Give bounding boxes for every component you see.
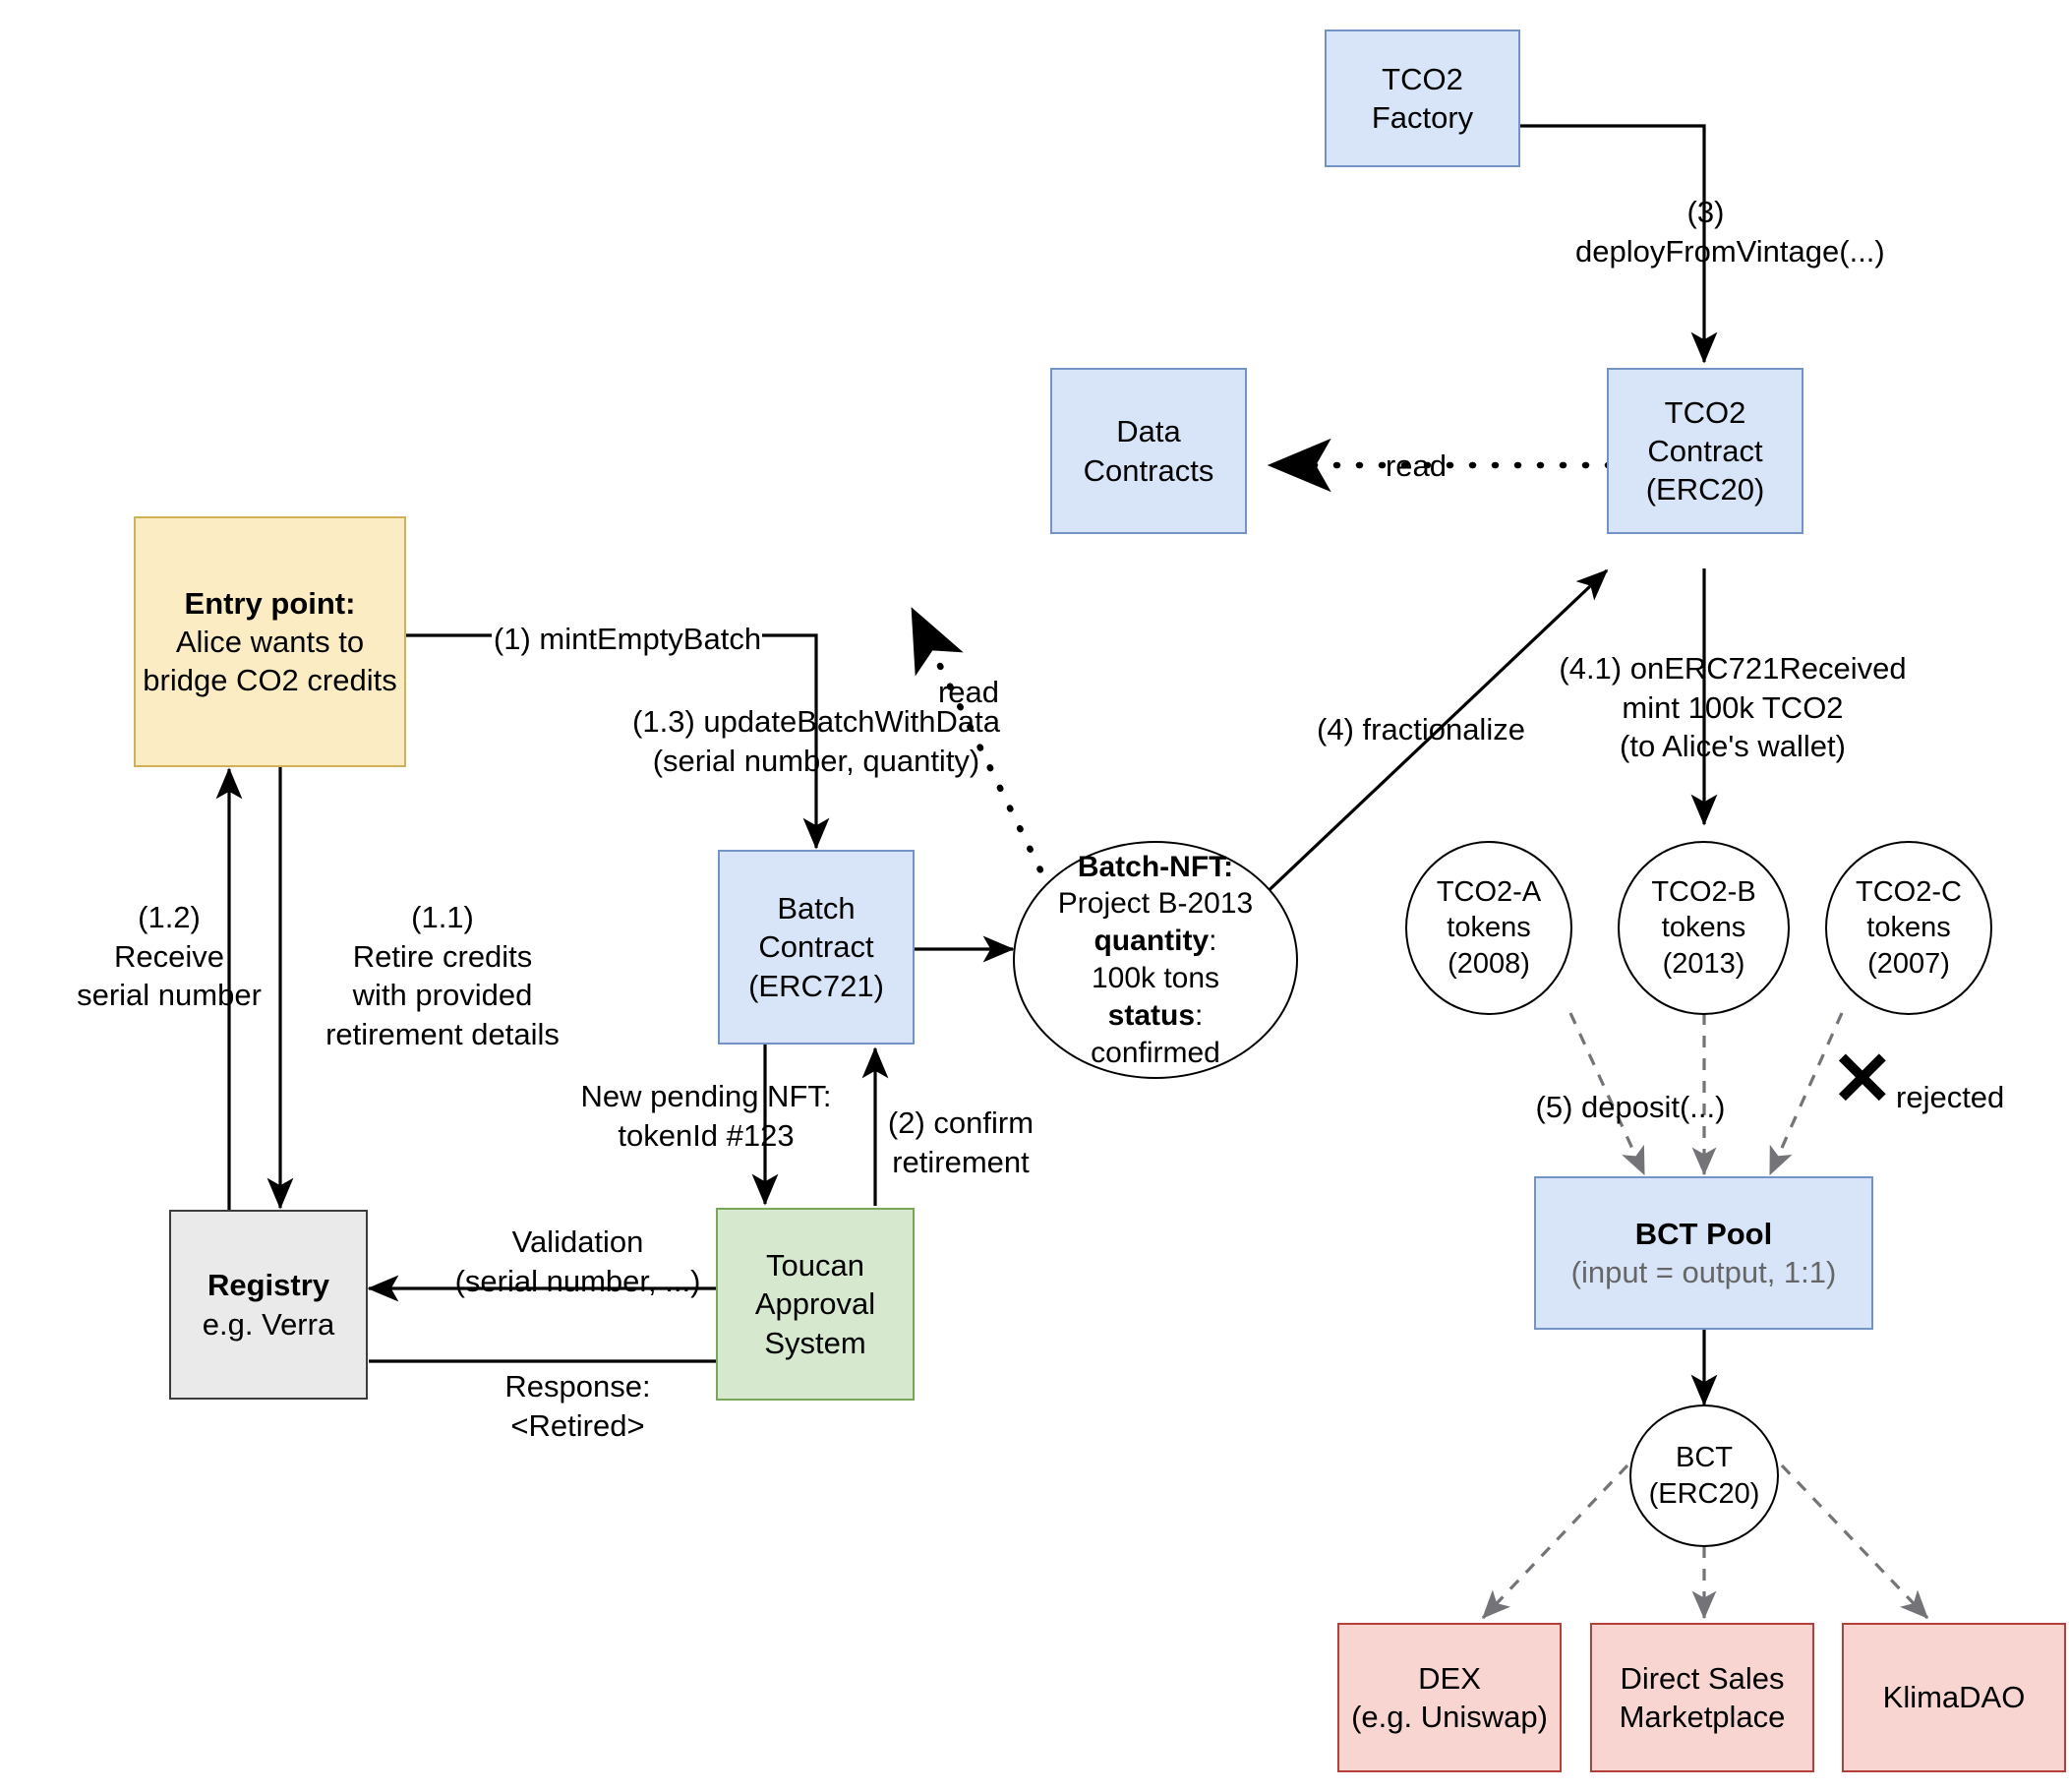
node-dex[interactable]: DEX (e.g. Uniswap) <box>1337 1623 1562 1772</box>
directsales-line2: Marketplace <box>1619 1700 1786 1734</box>
bct-line1: BCT <box>1676 1441 1733 1473</box>
tco2b-line1: TCO2-B <box>1651 875 1756 908</box>
label-new-pending-nft: New pending NFT: tokenId #123 <box>580 1079 832 1153</box>
rejected-x-icon: ✕ <box>1831 1038 1894 1121</box>
label-receive-serial-number: (1.2) Receive serial number <box>77 900 262 1013</box>
batch-nft-quantity-value: 100k tons <box>1091 962 1220 994</box>
node-batch-contract[interactable]: Batch Contract (ERC721) <box>718 850 915 1045</box>
tco2-factory-line2: Factory <box>1371 100 1474 135</box>
node-tco2-c-tokens[interactable]: TCO2-C tokens (2007) <box>1825 841 1992 1015</box>
bct-line2: (ERC20) <box>1648 1477 1760 1510</box>
dex-line2: (e.g. Uniswap) <box>1351 1700 1548 1734</box>
node-registry[interactable]: Registry e.g. Verra <box>169 1210 368 1400</box>
batch-nft-status-value: confirmed <box>1091 1036 1220 1069</box>
tco2a-line3: (2008) <box>1448 947 1530 980</box>
batch-nft-title: Batch-NFT: <box>1077 850 1234 883</box>
edge-bct-to-klimadao <box>1780 1463 1929 1620</box>
label-deploy-from-vintage: (3) deployFromVintage(...) <box>1575 195 1885 269</box>
bct-pool-subtitle: (input = output, 1:1) <box>1570 1255 1837 1289</box>
label-mint-empty-batch: (1) mintEmptyBatch <box>493 622 762 656</box>
dex-line1: DEX <box>1418 1660 1481 1696</box>
node-batch-nft[interactable]: Batch-NFT: Project B-2013 quantity: 100k… <box>1013 841 1298 1079</box>
tco2a-line2: tokens <box>1447 912 1531 944</box>
registry-subtitle: e.g. Verra <box>202 1306 335 1342</box>
label-response: Response: <Retired> <box>504 1369 651 1443</box>
diagram-canvas: TCO2 Factory Data Contracts TCO2 Contrac… <box>0 0 2069 1792</box>
bct-pool-title: BCT Pool <box>1634 1216 1773 1251</box>
entry-point-line2: Alice wants to <box>175 624 365 659</box>
batch-nft-quantity-key: quantity: <box>1094 925 1217 958</box>
node-bct-token[interactable]: BCT (ERC20) <box>1629 1404 1779 1547</box>
label-read-tco2: read <box>1385 448 1448 483</box>
edge-bct-to-dex <box>1481 1463 1629 1620</box>
label-confirm-retirement: (2) confirm retirement <box>887 1105 1034 1179</box>
tco2b-line3: (2013) <box>1662 947 1745 980</box>
entry-point-title: Entry point: <box>184 585 356 621</box>
tco2b-line2: tokens <box>1661 912 1746 944</box>
directsales-line1: Direct Sales <box>1620 1660 1785 1696</box>
data-contracts-line2: Contracts <box>1083 452 1214 488</box>
batch-contract-line3: (ERC721) <box>748 968 884 1003</box>
data-contracts-line1: Data <box>1116 414 1181 449</box>
entry-point-line3: bridge CO2 credits <box>143 663 397 698</box>
label-deposit: (5) deposit(...) <box>1535 1090 1726 1124</box>
toucan-line2: Approval <box>754 1286 876 1322</box>
label-update-batch-with-data: (1.3) updateBatchWithData (serial number… <box>632 704 1000 778</box>
label-retire-credits: (1.1) Retire credits with provided retir… <box>325 900 560 1052</box>
tco2-factory-line1: TCO2 <box>1382 61 1463 96</box>
node-tco2-factory[interactable]: TCO2 Factory <box>1325 30 1520 167</box>
node-entry-point[interactable]: Entry point: Alice wants to bridge CO2 c… <box>134 516 406 767</box>
toucan-line1: Toucan <box>766 1248 864 1284</box>
node-tco2-a-tokens[interactable]: TCO2-A tokens (2008) <box>1405 841 1572 1015</box>
registry-title: Registry <box>207 1268 330 1303</box>
batch-contract-line1: Batch <box>777 891 856 926</box>
label-on-erc721-received: (4.1) onERC721Received mint 100k TCO2 (t… <box>1559 651 1907 764</box>
node-klimadao[interactable]: KlimaDAO <box>1842 1623 2066 1772</box>
tco2c-line1: TCO2-C <box>1856 875 1962 908</box>
label-fractionalize: (4) fractionalize <box>1317 712 1525 747</box>
tco2a-line1: TCO2-A <box>1436 875 1542 908</box>
label-rejected: rejected <box>1896 1080 2005 1114</box>
label-validation: Validation (serial number, ...) <box>454 1225 701 1298</box>
batch-nft-status-key: status: <box>1107 998 1204 1032</box>
batch-nft-project: Project B-2013 <box>1057 887 1254 921</box>
node-direct-sales-marketplace[interactable]: Direct Sales Marketplace <box>1590 1623 1814 1772</box>
node-tco2-contract[interactable]: TCO2 Contract (ERC20) <box>1607 368 1803 534</box>
toucan-line3: System <box>764 1325 866 1360</box>
klimadao-line1: KlimaDAO <box>1882 1680 2026 1715</box>
node-data-contracts[interactable]: Data Contracts <box>1050 368 1247 534</box>
tco2c-line2: tokens <box>1866 912 1951 944</box>
tco2c-line3: (2007) <box>1867 947 1950 980</box>
tco2-contract-line1: TCO2 <box>1664 394 1746 430</box>
node-bct-pool[interactable]: BCT Pool (input = output, 1:1) <box>1534 1176 1873 1330</box>
tco2-contract-line3: (ERC20) <box>1645 472 1765 508</box>
batch-contract-line2: Contract <box>758 929 874 965</box>
node-tco2-b-tokens[interactable]: TCO2-B tokens (2013) <box>1618 841 1790 1015</box>
tco2-contract-line2: Contract <box>1647 433 1763 468</box>
